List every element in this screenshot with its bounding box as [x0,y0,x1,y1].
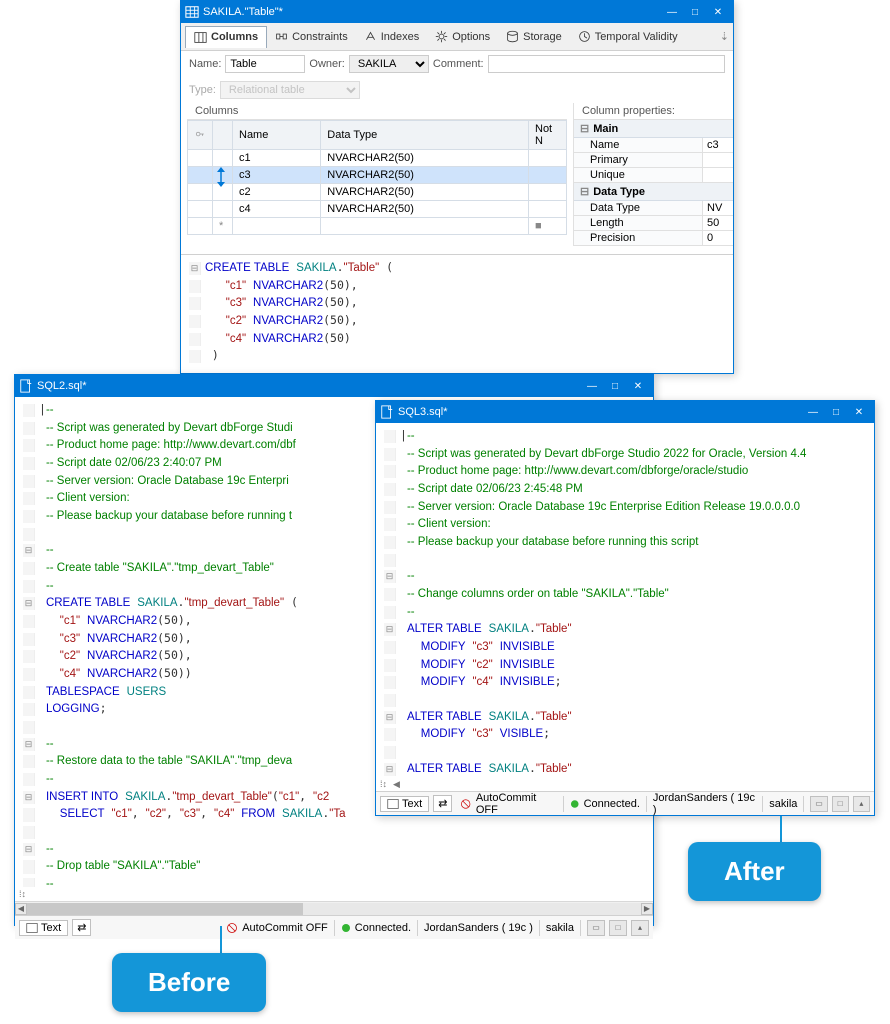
window-sql3[interactable]: SQL3.sql* —□✕ |-- -- Script was generate… [375,400,875,816]
text-icon [26,922,38,934]
gear-icon [435,30,448,43]
constraints-icon [275,30,288,43]
splitter-icon[interactable]: ⁞↕ [380,779,387,789]
columns-icon [194,31,207,44]
autocommit-icon [460,798,471,810]
titlebar[interactable]: SQL2.sql* —□✕ [15,375,653,397]
type-select[interactable]: Relational table [220,81,360,99]
swap-button[interactable]: ⇄ [72,919,91,936]
collapse-button[interactable]: ▴ [631,920,649,936]
tab-temporal[interactable]: Temporal Validity [570,26,686,47]
tab-options[interactable]: Options [427,26,498,47]
connected-icon [570,799,580,809]
ddl-preview[interactable]: ⊟CREATE TABLE SAKILA."Table" ( "c1" NVAR… [181,254,733,364]
statusbar: Text ⇄ AutoCommit OFF Connected. JordanS… [376,791,874,815]
tab-columns[interactable]: Columns [185,26,267,48]
grid-header-notnull[interactable]: Not N [529,121,567,150]
titlebar[interactable]: SQL3.sql* —□✕ [376,401,874,423]
table-icon [185,5,199,19]
swap-button[interactable]: ⇄ [433,795,452,812]
comment-input[interactable] [488,55,725,73]
dt-hdr: ⊟Data Type [574,183,733,201]
db-label: sakila [769,798,797,810]
indexes-icon [364,30,377,43]
table-row: c3NVARCHAR2(50) [188,167,567,184]
drag-arrow-icon[interactable] [215,165,227,189]
tab-storage[interactable]: Storage [498,26,570,47]
tab-constraints[interactable]: Constraints [267,26,356,47]
tab-bar: Columns Constraints Indexes Options Stor… [181,23,733,51]
after-chip: After [688,842,821,901]
table-row: c4NVARCHAR2(50) [188,201,567,218]
owner-select[interactable]: SAKILA [349,55,429,73]
close-button[interactable]: ✕ [707,3,729,21]
grid-header-name[interactable]: Name [233,121,321,150]
autocommit-icon [226,922,238,934]
type-label: Type: [189,84,216,96]
user-label: JordanSanders ( 19c ) [424,922,533,934]
autocommit-label: AutoCommit OFF [242,922,328,934]
minimize-button[interactable]: — [661,3,683,21]
tab-indexes[interactable]: Indexes [356,26,428,47]
maximize-button[interactable]: □ [684,3,706,21]
before-chip: Before [112,953,266,1012]
text-mode-button[interactable]: Text [19,920,68,936]
sql-file-icon [380,405,394,419]
titlebar[interactable]: SAKILA."Table"* — □ ✕ [181,1,733,23]
statusbar: Text ⇄ AutoCommit OFF Connected. JordanS… [15,915,653,939]
window-table-designer[interactable]: SAKILA."Table"* — □ ✕ Columns Constraint… [180,0,734,374]
form-row-2: Type: Relational table [181,77,733,103]
text-mode-button[interactable]: Text [380,796,429,812]
pane-button[interactable]: ▭ [587,920,605,936]
connected-icon [341,923,351,933]
table-row: c2NVARCHAR2(50) [188,184,567,201]
table-row: *■ [188,218,567,235]
form-row-1: Name: Owner: SAKILA Comment: [181,51,733,77]
connected-label: Connected. [584,798,640,810]
close-button[interactable]: ✕ [627,377,649,395]
owner-label: Owner: [309,58,344,70]
clock-icon [578,30,591,43]
sql-file-icon [19,379,33,393]
name-input[interactable] [225,55,305,73]
key-col-header [188,121,213,150]
pane-button[interactable]: □ [609,920,627,936]
storage-icon [506,30,519,43]
minimize-button[interactable]: — [581,377,603,395]
props-title: Column properties: [574,103,733,120]
properties-pane: Column properties: ⊟Main Namec3 Primary … [573,103,733,246]
user-label: JordanSanders ( 19c ) [653,792,756,816]
name-label: Name: [189,58,221,70]
maximize-button[interactable]: □ [604,377,626,395]
minimize-button[interactable]: — [802,403,824,421]
maximize-button[interactable]: □ [825,403,847,421]
key-icon [194,129,206,139]
text-icon [387,798,399,810]
window-title: SAKILA."Table"* [203,6,661,18]
window-title: SQL2.sql* [37,380,581,392]
sql3-editor[interactable]: |-- -- Script was generated by Devart db… [376,423,874,777]
window-title: SQL3.sql* [398,406,802,418]
connected-label: Connected. [355,922,411,934]
columns-section-header: Columns [187,103,567,120]
main-hdr: ⊟Main [574,120,733,138]
comment-label: Comment: [433,58,484,70]
pane-button[interactable]: ▭ [810,796,827,812]
db-label: sakila [546,922,574,934]
close-button[interactable]: ✕ [848,403,870,421]
pane-button[interactable]: □ [832,796,849,812]
grid-header-type[interactable]: Data Type [321,121,529,150]
columns-grid[interactable]: NameData TypeNot N c1NVARCHAR2(50) c3NVA… [187,120,567,235]
autocommit-label: AutoCommit OFF [476,792,557,816]
table-row: c1NVARCHAR2(50) [188,150,567,167]
overflow-icon[interactable]: ⇣ [720,30,729,43]
collapse-button[interactable]: ▴ [853,796,870,812]
splitter-icon[interactable]: ⁞↕ [19,889,26,899]
hscroll[interactable]: ◀▶ [15,901,653,915]
